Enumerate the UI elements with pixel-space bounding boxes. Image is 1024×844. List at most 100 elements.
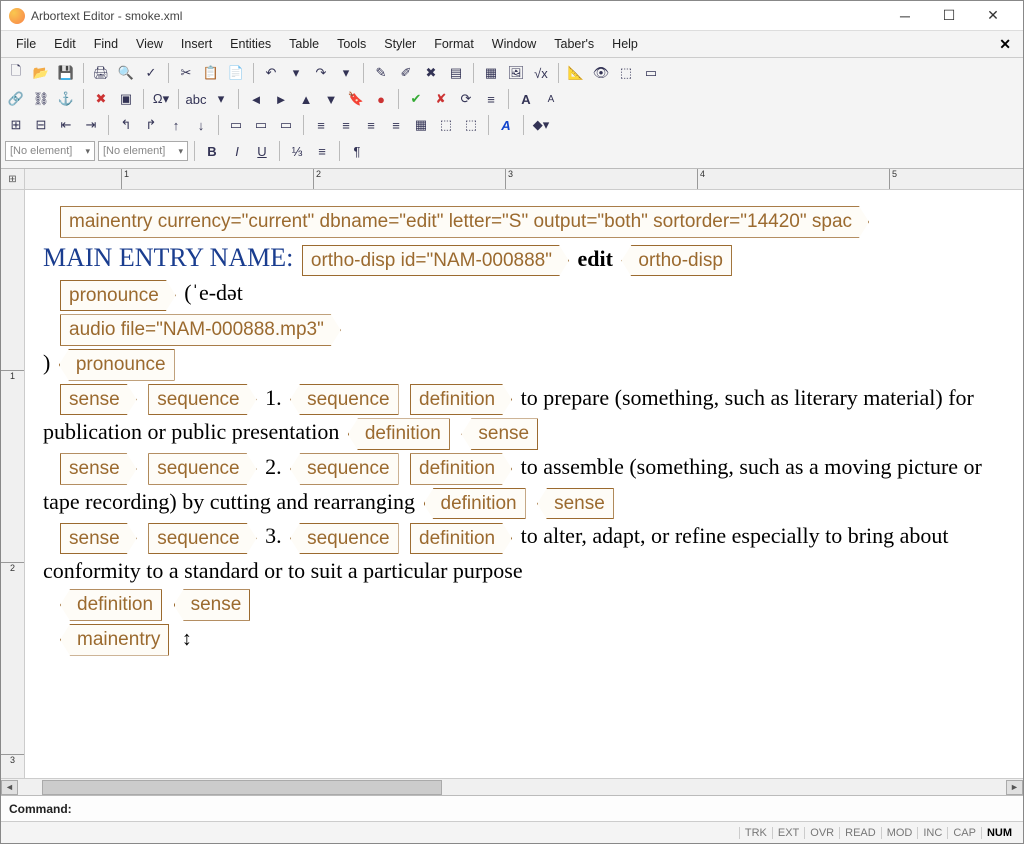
change-markup-icon[interactable]: ✐ [395, 62, 417, 84]
command-bar[interactable]: Command: [1, 795, 1023, 821]
menu-tabers[interactable]: Taber's [545, 33, 603, 55]
pronounce-close-tag[interactable]: pronounce [59, 349, 175, 381]
panel-c-icon[interactable]: ▭ [275, 114, 297, 136]
audio-tag[interactable]: audio file="NAM-000888.mp3" [60, 314, 341, 346]
close-document-button[interactable]: ✕ [993, 36, 1017, 53]
tree-expand-icon[interactable]: ⊞ [5, 114, 27, 136]
sequence-open-tag[interactable]: sequence [148, 523, 256, 555]
numbered-list-icon[interactable]: ⅓ [286, 140, 308, 162]
ruler-corner-icon[interactable]: ⊞ [1, 169, 25, 189]
definition-close-tag[interactable]: definition [348, 418, 450, 450]
menu-table[interactable]: Table [280, 33, 328, 55]
status-trk[interactable]: TRK [739, 827, 772, 839]
sense-open-tag[interactable]: sense [60, 523, 137, 555]
ortho-disp-open-tag[interactable]: ortho-disp id="NAM-000888" [302, 245, 569, 277]
outdent-icon[interactable]: ⇤ [55, 114, 77, 136]
copy-icon[interactable]: 📋 [200, 62, 222, 84]
insert-equation-icon[interactable]: √x [530, 62, 552, 84]
definition-open-tag[interactable]: definition [410, 384, 512, 416]
redo-icon[interactable]: ↷ [310, 62, 332, 84]
definition-open-tag[interactable]: definition [410, 453, 512, 485]
mainentry-close-tag[interactable]: mainentry [60, 624, 169, 656]
redo-dd-icon[interactable]: ▾ [335, 62, 357, 84]
promote-icon[interactable]: ↰ [115, 114, 137, 136]
new-file-icon[interactable]: 🗋 [5, 62, 27, 84]
sequence-open-tag[interactable]: sequence [148, 384, 256, 416]
status-inc[interactable]: INC [917, 827, 947, 839]
status-ovr[interactable]: OVR [804, 827, 839, 839]
sense-close-tag[interactable]: sense [537, 488, 614, 520]
record-icon[interactable]: ● [370, 88, 392, 110]
ruler-vertical[interactable]: 1 2 3 [1, 190, 25, 778]
indent-icon[interactable]: ⇥ [80, 114, 102, 136]
justify-icon[interactable]: ≡ [385, 114, 407, 136]
anchor-icon[interactable]: ⚓ [55, 88, 77, 110]
insert-table-icon[interactable]: ▦ [480, 62, 502, 84]
bullet-list-icon[interactable]: ≡ [311, 140, 333, 162]
menu-format[interactable]: Format [425, 33, 483, 55]
menu-edit[interactable]: Edit [45, 33, 85, 55]
menu-styler[interactable]: Styler [375, 33, 425, 55]
pilcrow-icon[interactable]: ¶ [346, 140, 368, 162]
preview-icon[interactable]: 👁 [590, 62, 612, 84]
insert-markup-icon[interactable]: ✎ [370, 62, 392, 84]
merge-icon[interactable]: ⬚ [435, 114, 457, 136]
bold-icon[interactable]: B [201, 140, 223, 162]
move-down-icon[interactable]: ↓ [190, 114, 212, 136]
font-larger-icon[interactable]: A [515, 88, 537, 110]
menu-help[interactable]: Help [603, 33, 647, 55]
prev-icon[interactable]: ◄ [245, 88, 267, 110]
open-file-icon[interactable]: 📂 [30, 62, 52, 84]
demote-icon[interactable]: ↱ [140, 114, 162, 136]
down-icon[interactable]: ▼ [320, 88, 342, 110]
menu-tools[interactable]: Tools [328, 33, 375, 55]
delete-markup-icon[interactable]: ✖ [420, 62, 442, 84]
ruler-h-scale[interactable]: 1 2 3 4 5 [25, 169, 1023, 189]
status-cap[interactable]: CAP [947, 827, 981, 839]
doc-map-icon[interactable]: ▤ [445, 62, 467, 84]
toggle-tags-icon[interactable]: ⬚ [615, 62, 637, 84]
menu-file[interactable]: File [7, 33, 45, 55]
status-read[interactable]: READ [839, 827, 881, 839]
styler-icon[interactable]: 📐 [565, 62, 587, 84]
definition-open-tag[interactable]: definition [410, 523, 512, 555]
bookmark-icon[interactable]: 🔖 [345, 88, 367, 110]
font-smaller-icon[interactable]: A [540, 88, 562, 110]
unlink-icon[interactable]: ⛓ [30, 88, 52, 110]
italic-icon[interactable]: I [226, 140, 248, 162]
insert-symbol-icon[interactable]: Ω▾ [150, 88, 172, 110]
sequence-open-tag[interactable]: sequence [148, 453, 256, 485]
menu-view[interactable]: View [127, 33, 172, 55]
definition-close-tag[interactable]: definition [60, 589, 162, 621]
scrollbar-horizontal[interactable]: ◄ ► [1, 778, 1023, 795]
sense-open-tag[interactable]: sense [60, 384, 137, 416]
tool-b-icon[interactable]: ▾ [210, 88, 232, 110]
tree-collapse-icon[interactable]: ⊟ [30, 114, 52, 136]
print-icon[interactable]: 🖨 [90, 62, 112, 84]
spellcheck-icon[interactable]: ✓ [140, 62, 162, 84]
move-up-icon[interactable]: ↑ [165, 114, 187, 136]
pronounce-text[interactable]: (ˈe-dət [184, 280, 243, 305]
show-changes-icon[interactable]: ≡ [480, 88, 502, 110]
completeness-icon[interactable]: ▣ [115, 88, 137, 110]
save-icon[interactable]: 💾 [55, 62, 77, 84]
undo-dd-icon[interactable]: ▾ [285, 62, 307, 84]
highlight-icon[interactable]: ◆▾ [530, 114, 552, 136]
document-body[interactable]: mainentry currency="current" dbname="edi… [25, 190, 1023, 778]
definition-close-tag[interactable]: definition [424, 488, 526, 520]
sense-open-tag[interactable]: sense [60, 453, 137, 485]
minimize-button[interactable]: ─ [883, 2, 927, 30]
tool-a-icon[interactable]: abc [185, 88, 207, 110]
align-right-icon[interactable]: ≡ [360, 114, 382, 136]
status-mod[interactable]: MOD [881, 827, 918, 839]
undo-icon[interactable]: ↶ [260, 62, 282, 84]
scroll-left-arrow-icon[interactable]: ◄ [1, 780, 18, 795]
sequence-close-tag[interactable]: sequence [290, 384, 398, 416]
element-picker-1[interactable]: [No element]▾ [5, 141, 95, 161]
next-icon[interactable]: ► [270, 88, 292, 110]
up-icon[interactable]: ▲ [295, 88, 317, 110]
find-icon[interactable]: 🔍 [115, 62, 137, 84]
paste-icon[interactable]: 📄 [225, 62, 247, 84]
scroll-thumb[interactable] [42, 780, 442, 795]
status-ext[interactable]: EXT [772, 827, 804, 839]
